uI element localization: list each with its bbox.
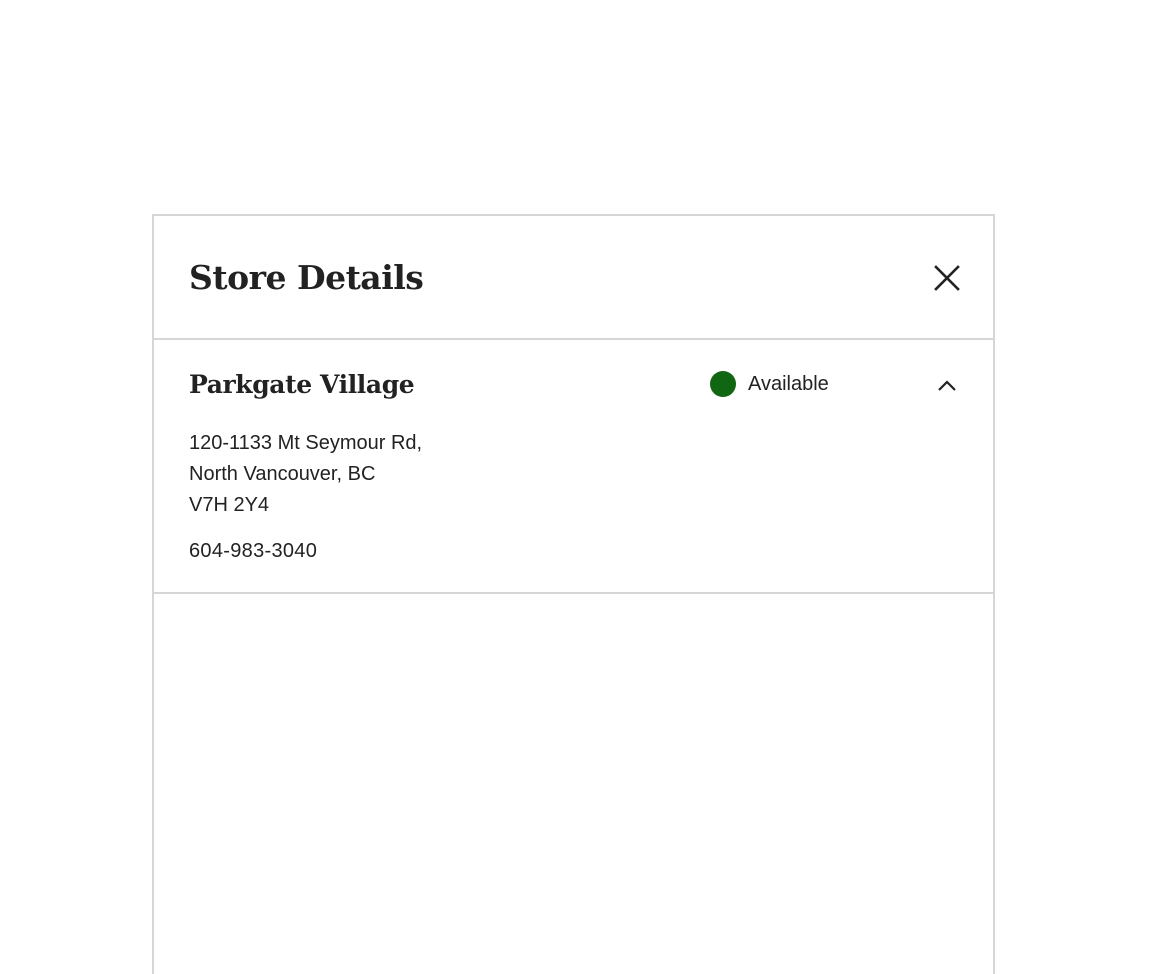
address-line-3: V7H 2Y4 xyxy=(189,494,270,516)
collapse-store-button[interactable] xyxy=(925,364,969,408)
status-dot-icon xyxy=(710,371,736,397)
store-details-panel: Store Details Parkgate Village Available… xyxy=(152,214,995,974)
chevron-up-icon xyxy=(938,380,956,391)
address-line-1: 120-1133 Mt Seymour Rd, xyxy=(189,432,423,454)
close-icon xyxy=(934,265,960,291)
store-phone-link[interactable]: 604-983-3040 xyxy=(189,537,317,565)
store-name: Parkgate Village xyxy=(189,370,415,399)
availability-status: Available xyxy=(710,371,829,397)
store-list-item: Parkgate Village Available 120-1133 Mt S… xyxy=(154,340,993,594)
status-label: Available xyxy=(748,373,829,395)
store-address: 120-1133 Mt Seymour Rd, North Vancouver,… xyxy=(189,428,422,521)
close-button[interactable] xyxy=(925,256,969,300)
address-line-2: North Vancouver, BC xyxy=(189,463,376,485)
panel-header: Store Details xyxy=(154,216,993,340)
panel-title: Store Details xyxy=(189,258,424,297)
